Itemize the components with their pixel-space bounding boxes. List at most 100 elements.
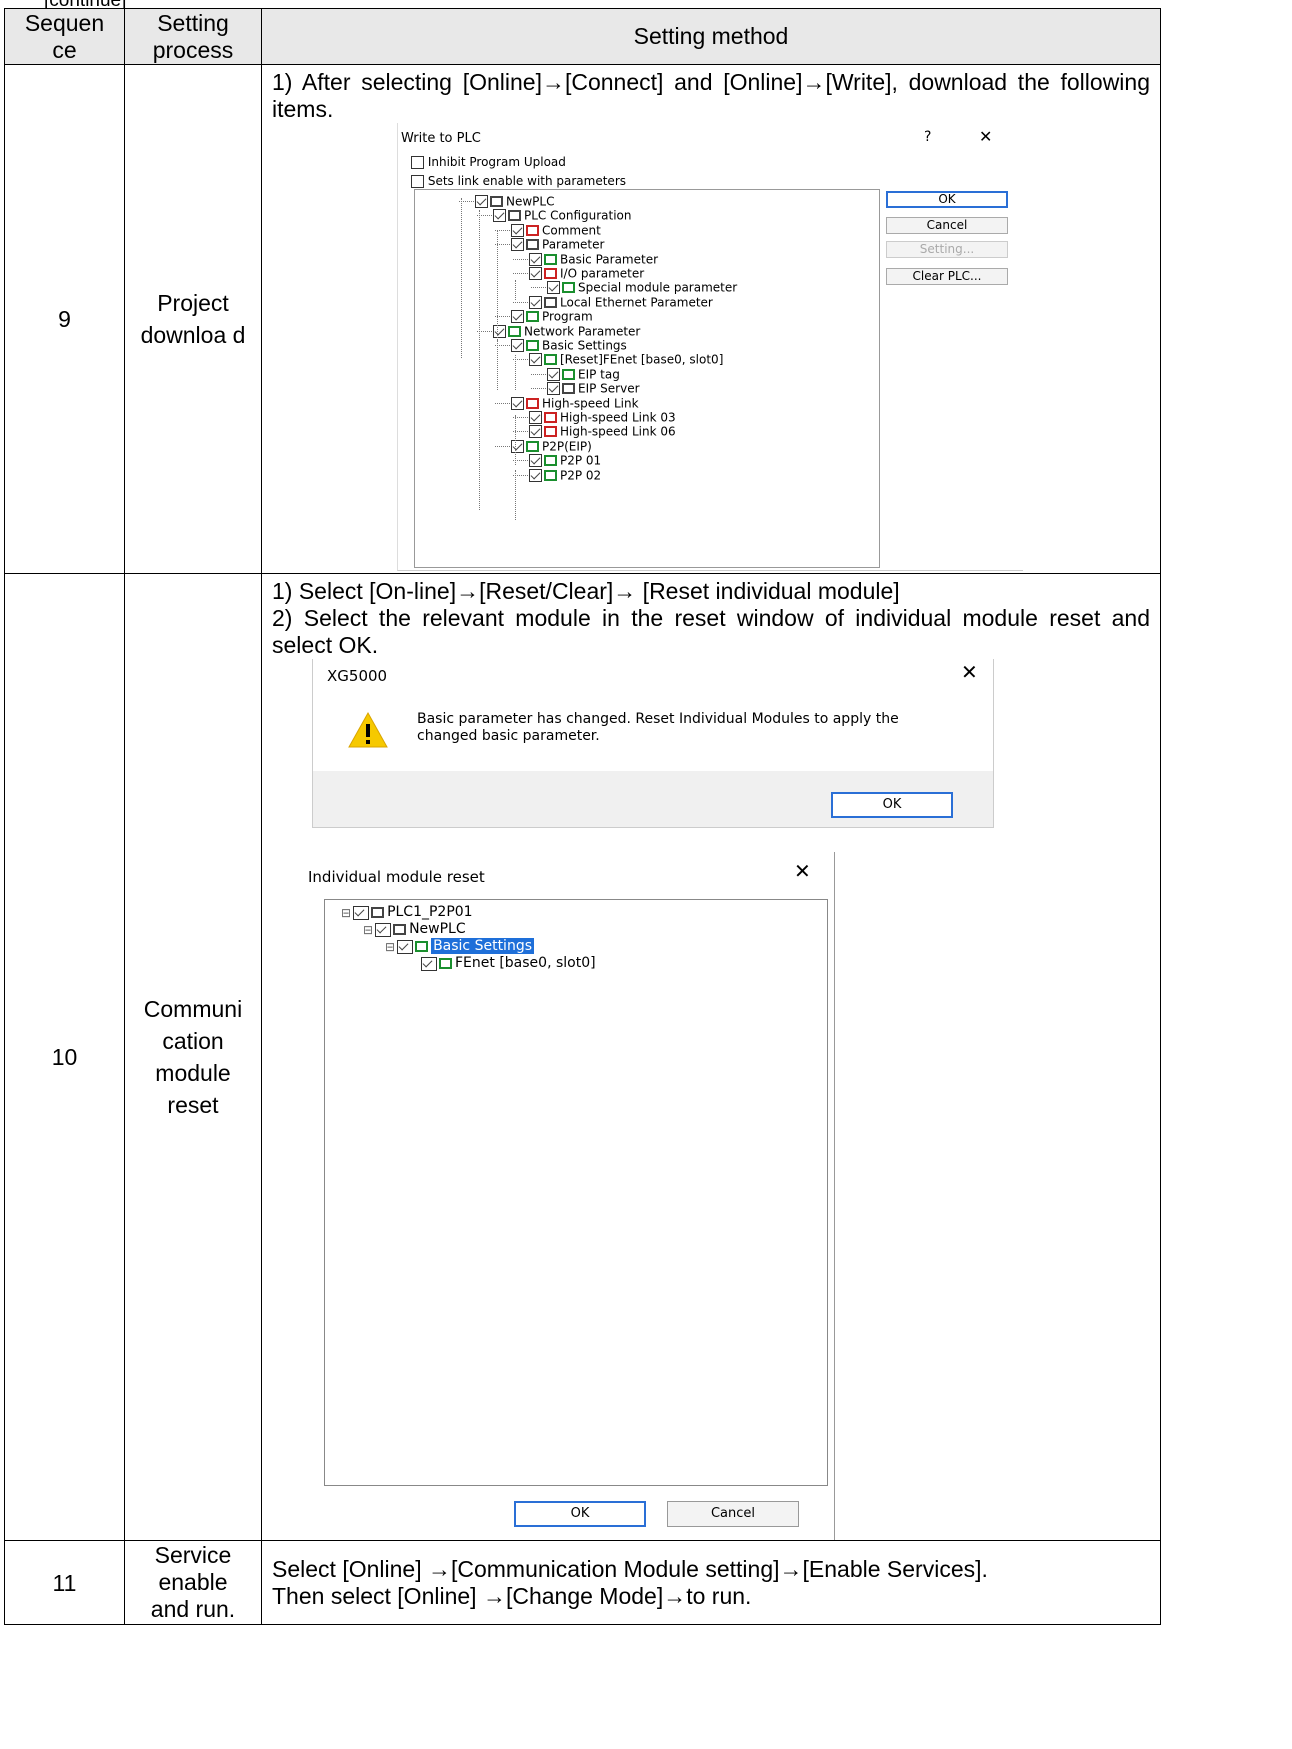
method-text: 1) After selecting [Online]→[Connect] an… bbox=[272, 69, 1150, 122]
checkbox[interactable] bbox=[421, 956, 437, 971]
close-icon[interactable]: ✕ bbox=[979, 123, 992, 150]
collapse-icon[interactable]: ⊟ bbox=[363, 923, 373, 937]
tree-node[interactable]: P2P 01 bbox=[529, 453, 601, 468]
msgbox-title: XG5000 bbox=[327, 667, 388, 685]
checkbox[interactable] bbox=[529, 295, 542, 309]
module-icon bbox=[490, 196, 503, 207]
tree-node[interactable]: ⊟ NewPLC bbox=[363, 921, 466, 938]
checkbox[interactable] bbox=[493, 324, 506, 338]
tree-node[interactable]: High-speed Link 06 bbox=[529, 424, 676, 439]
cancel-button[interactable]: Cancel bbox=[667, 1501, 799, 1527]
module-icon bbox=[544, 253, 557, 265]
tree-node-label: P2P(EIP) bbox=[542, 439, 592, 454]
tree-node[interactable]: PLC Configuration bbox=[493, 208, 632, 223]
checkbox[interactable] bbox=[493, 209, 506, 223]
module-icon bbox=[508, 210, 521, 222]
checkbox[interactable] bbox=[529, 353, 542, 367]
seq-cell: 11 bbox=[4, 1540, 125, 1625]
tree-node-label: PLC1_P2P01 bbox=[387, 904, 473, 920]
warning-icon bbox=[348, 711, 388, 748]
checkbox[interactable] bbox=[547, 382, 560, 396]
checkbox[interactable] bbox=[511, 339, 524, 352]
checkbox[interactable] bbox=[353, 905, 370, 920]
collapse-icon[interactable]: ⊟ bbox=[341, 906, 351, 920]
module-icon bbox=[544, 354, 557, 366]
tree-node[interactable]: I/O parameter bbox=[529, 266, 644, 281]
checkbox[interactable] bbox=[547, 367, 560, 381]
tree-node[interactable]: ⊟ Basic Settings bbox=[385, 938, 534, 955]
checkbox[interactable] bbox=[511, 223, 524, 237]
tree-node[interactable]: Local Ethernet Parameter bbox=[529, 295, 713, 309]
tree-node[interactable]: P2P(EIP) bbox=[511, 439, 592, 453]
tree-node[interactable]: Basic Parameter bbox=[529, 252, 658, 266]
setting-button[interactable]: Setting... bbox=[886, 241, 1008, 258]
checkbox[interactable] bbox=[511, 238, 524, 252]
checkbox[interactable] bbox=[547, 281, 560, 295]
close-icon[interactable]: ✕ bbox=[961, 659, 978, 686]
checkbox[interactable] bbox=[529, 454, 542, 468]
clear-plc-button[interactable]: Clear PLC... bbox=[886, 268, 1008, 285]
module-icon bbox=[562, 383, 575, 395]
collapse-icon[interactable]: ⊟ bbox=[385, 940, 395, 954]
module-icon bbox=[544, 426, 557, 438]
tree-node-label: High-speed Link 06 bbox=[560, 424, 676, 439]
module-icon bbox=[508, 325, 521, 337]
tree-node[interactable]: EIP Server bbox=[547, 381, 640, 396]
checkbox[interactable] bbox=[411, 175, 424, 188]
tree-node-label: Network Parameter bbox=[524, 324, 641, 339]
help-button[interactable]: ? bbox=[924, 124, 931, 151]
tree-node[interactable]: Program bbox=[511, 309, 593, 324]
tree-node[interactable]: P2P 02 bbox=[529, 468, 601, 482]
msgbox-message: Basic parameter has changed. Reset Indiv… bbox=[417, 711, 899, 744]
module-icon bbox=[562, 368, 575, 380]
ok-button[interactable]: OK bbox=[514, 1501, 646, 1527]
process-cell: Communi cation module reset bbox=[124, 573, 262, 1541]
tree-node-label: Basic Parameter bbox=[560, 252, 659, 267]
checkbox[interactable] bbox=[529, 252, 542, 266]
ok-button[interactable]: OK bbox=[831, 792, 953, 818]
header-method: Setting method bbox=[261, 8, 1161, 65]
tree-node[interactable]: FEnet [base0, slot0] bbox=[421, 955, 596, 972]
checkbox[interactable] bbox=[511, 396, 524, 410]
module-icon bbox=[371, 907, 385, 918]
tree-node[interactable]: High-speed Link bbox=[511, 396, 639, 410]
header-sequence: Sequen ce bbox=[4, 8, 125, 65]
process-cell: Service enable and run. bbox=[124, 1540, 262, 1625]
close-icon[interactable]: ✕ bbox=[794, 858, 811, 885]
checkbox[interactable] bbox=[529, 468, 542, 482]
checkbox[interactable] bbox=[529, 411, 542, 424]
module-tree[interactable]: ⊟ PLC1_P2P01 ⊟ NewPLC ⊟ Basic Settings FEnet [… bbox=[324, 899, 828, 1486]
tree-node-label: EIP Server bbox=[578, 381, 640, 396]
tree-node[interactable]: ⊟ PLC1_P2P01 bbox=[341, 904, 473, 921]
tree-connector bbox=[515, 355, 516, 390]
module-icon bbox=[526, 239, 539, 251]
tree-connector bbox=[513, 273, 528, 274]
tree-node-label: Local Ethernet Parameter bbox=[560, 295, 713, 310]
module-icon bbox=[526, 440, 539, 452]
checkbox[interactable] bbox=[511, 310, 524, 324]
checkbox[interactable] bbox=[397, 939, 414, 954]
tree-connector bbox=[497, 340, 498, 390]
write-items-tree[interactable]: NewPLC PLC Configuration Comment Parameter B… bbox=[414, 189, 880, 568]
tree-node[interactable]: Special module parameter bbox=[547, 280, 737, 295]
tree-node[interactable]: Basic Settings bbox=[511, 338, 627, 353]
tree-node[interactable]: High-speed Link 03 bbox=[529, 410, 676, 425]
cancel-button[interactable]: Cancel bbox=[886, 217, 1008, 234]
checkbox[interactable] bbox=[475, 195, 488, 208]
tree-node[interactable]: [Reset]FEnet [base0, slot0] bbox=[529, 352, 723, 367]
tree-node[interactable]: Comment bbox=[511, 223, 601, 237]
checkbox[interactable] bbox=[511, 439, 524, 453]
module-icon bbox=[544, 412, 557, 423]
option-label: Inhibit Program Upload bbox=[427, 155, 566, 169]
table-row: 11 Service enable and run. Select [Onlin… bbox=[4, 1540, 1161, 1625]
ok-button[interactable]: OK bbox=[886, 191, 1008, 208]
tree-node-label: Basic Settings bbox=[542, 338, 627, 353]
tree-node[interactable]: NewPLC bbox=[475, 194, 554, 209]
tree-node[interactable]: Network Parameter bbox=[493, 324, 640, 338]
checkbox[interactable] bbox=[529, 425, 542, 439]
module-icon bbox=[415, 941, 429, 952]
checkbox[interactable] bbox=[375, 922, 392, 937]
tree-node[interactable]: Parameter bbox=[511, 237, 604, 252]
checkbox[interactable] bbox=[529, 267, 542, 280]
tree-node[interactable]: EIP tag bbox=[547, 367, 620, 381]
